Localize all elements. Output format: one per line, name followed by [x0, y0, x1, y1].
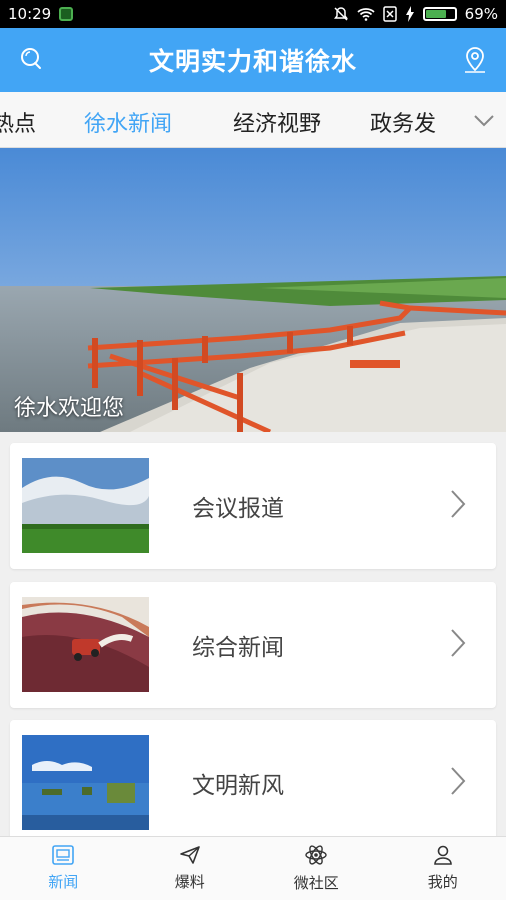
tab-economy[interactable]: 经济视野 — [233, 106, 321, 138]
app-bar: 文明实力和谐徐水 — [0, 28, 506, 92]
card-thumbnail — [22, 735, 149, 830]
battery-icon — [422, 7, 457, 21]
nav-report-label: 爆料 — [174, 873, 205, 891]
nav-report[interactable]: 爆料 — [127, 837, 254, 900]
chevron-right-icon — [450, 628, 466, 662]
nav-news-label: 新闻 — [48, 873, 79, 891]
category-tabs: 热点 徐水新闻 经济视野 政务发 — [0, 92, 506, 148]
nav-community-label: 微社区 — [293, 874, 339, 892]
nav-mine[interactable]: 我的 — [380, 837, 506, 900]
tab-hot[interactable]: 热点 — [0, 106, 36, 138]
card-thumbnail — [22, 597, 149, 692]
status-time: 10:29 — [8, 5, 52, 23]
location-icon[interactable] — [464, 46, 486, 78]
card-thumbnail — [22, 458, 149, 553]
chevron-down-icon[interactable] — [472, 108, 496, 136]
chevron-right-icon — [450, 766, 466, 800]
nav-community[interactable]: 微社区 — [253, 837, 380, 900]
status-bar: 10:29 69% — [0, 0, 506, 28]
card-label: 综合新闻 — [192, 635, 284, 661]
notification-icon — [59, 7, 74, 21]
hero-caption: 徐水欢迎您 — [14, 396, 125, 421]
category-card-meeting[interactable]: 会议报道 — [10, 443, 496, 569]
bottom-nav: 新闻 爆料 微社区 我的 — [0, 836, 506, 900]
category-card-civilization[interactable]: 文明新风 — [10, 720, 496, 846]
no-sim-icon — [382, 6, 397, 22]
chevron-right-icon — [450, 489, 466, 523]
tab-government[interactable]: 政务发 — [370, 106, 436, 138]
search-icon[interactable] — [18, 46, 44, 76]
category-card-general[interactable]: 综合新闻 — [10, 582, 496, 708]
atom-icon — [305, 845, 327, 865]
tab-xushui-news[interactable]: 徐水新闻 — [84, 106, 172, 138]
send-icon — [179, 846, 200, 864]
user-icon — [433, 845, 452, 865]
card-label: 会议报道 — [192, 496, 284, 522]
wifi-icon — [357, 8, 375, 21]
nav-mine-label: 我的 — [427, 873, 458, 891]
news-icon — [52, 845, 75, 865]
card-label: 文明新风 — [192, 773, 284, 799]
nav-news[interactable]: 新闻 — [0, 837, 127, 900]
mute-bell-icon — [333, 7, 348, 21]
battery-percent: 69% — [464, 5, 498, 23]
hero-banner[interactable]: 徐水欢迎您 — [0, 148, 506, 432]
charging-icon — [405, 6, 414, 22]
app-title: 文明实力和谐徐水 — [148, 47, 357, 76]
